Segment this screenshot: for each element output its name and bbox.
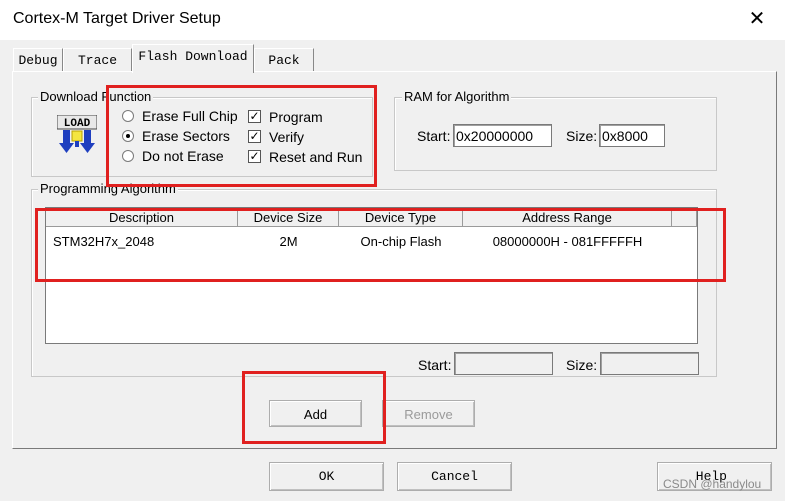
- load-icon-text: LOAD: [64, 118, 91, 130]
- ram-size-input[interactable]: 0x8000: [599, 124, 665, 147]
- tab-debug[interactable]: Debug: [13, 48, 63, 71]
- annotation-box-download-function: [106, 85, 377, 187]
- annotation-box-algorithm-row: [35, 208, 726, 282]
- tab-trace[interactable]: Trace: [63, 48, 132, 71]
- algorithm-size-label: Size:: [566, 357, 598, 373]
- load-icon: LOAD: [56, 114, 98, 155]
- ram-size-label: Size:: [566, 128, 598, 144]
- ram-for-algorithm-legend: RAM for Algorithm: [402, 89, 512, 104]
- ram-start-input[interactable]: 0x20000000: [453, 124, 552, 147]
- ram-start-label: Start:: [417, 128, 451, 144]
- tab-flash-download[interactable]: Flash Download: [132, 44, 254, 73]
- algorithm-start-label: Start:: [418, 357, 452, 373]
- remove-button[interactable]: Remove: [382, 400, 475, 427]
- algorithm-start-input[interactable]: [454, 352, 553, 375]
- title-bar: Cortex-M Target Driver Setup ✕: [0, 0, 785, 40]
- cancel-button[interactable]: Cancel: [397, 462, 512, 491]
- ok-button[interactable]: OK: [269, 462, 384, 491]
- tab-pack[interactable]: Pack: [254, 48, 314, 71]
- close-icon[interactable]: ✕: [747, 9, 767, 29]
- algorithm-size-input[interactable]: [600, 352, 699, 375]
- annotation-box-add-button: [242, 371, 386, 444]
- watermark: CSDN @handylou: [663, 477, 762, 491]
- window-title: Cortex-M Target Driver Setup: [13, 10, 221, 27]
